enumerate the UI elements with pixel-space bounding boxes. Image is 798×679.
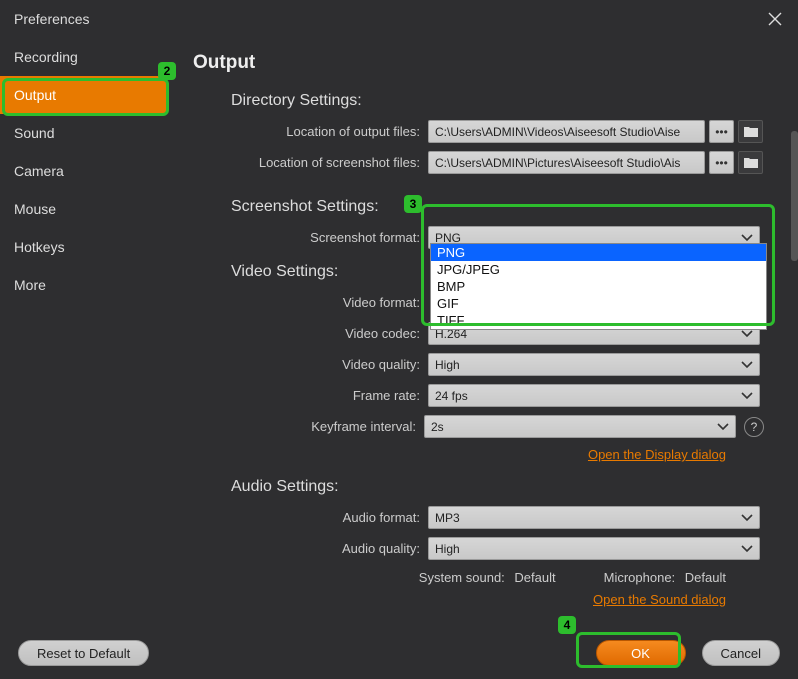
audio-quality-label: Audio quality: — [193, 541, 428, 556]
screenshot-location-label: Location of screenshot files: — [193, 155, 428, 170]
select-value: MP3 — [435, 511, 460, 525]
sidebar-item-camera[interactable]: Camera — [0, 152, 167, 190]
sidebar-item-label: Camera — [14, 163, 64, 179]
keyframe-help-button[interactable]: ? — [744, 417, 764, 437]
dropdown-option[interactable]: TIFF — [431, 312, 766, 329]
select-value: 24 fps — [435, 389, 468, 403]
frame-rate-label: Frame rate: — [193, 388, 428, 403]
sidebar-item-more[interactable]: More — [0, 266, 167, 304]
sidebar-item-sound[interactable]: Sound — [0, 114, 167, 152]
video-codec-label: Video codec: — [193, 326, 428, 341]
select-value: High — [435, 542, 460, 556]
chevron-down-icon — [717, 423, 729, 431]
browse-screenshot-button[interactable]: ••• — [709, 151, 734, 174]
open-sound-dialog-link[interactable]: Open the Sound dialog — [593, 592, 726, 607]
sidebar-item-recording[interactable]: Recording — [0, 38, 167, 76]
chevron-down-icon — [741, 361, 753, 369]
dropdown-option[interactable]: GIF — [431, 295, 766, 312]
sidebar-item-label: Recording — [14, 49, 78, 65]
annotation-badge-4: 4 — [558, 616, 576, 634]
dropdown-option[interactable]: PNG — [431, 244, 766, 261]
select-value: 2s — [431, 420, 444, 434]
cancel-button[interactable]: Cancel — [702, 640, 780, 666]
section-directory-title: Directory Settings: — [231, 92, 764, 110]
sidebar-item-mouse[interactable]: Mouse — [0, 190, 167, 228]
chevron-down-icon — [741, 234, 753, 242]
close-button[interactable] — [766, 10, 784, 28]
keyframe-select[interactable]: 2s — [424, 415, 736, 438]
microphone-label: Microphone: — [604, 570, 676, 585]
folder-icon — [744, 157, 758, 168]
output-location-label: Location of output files: — [193, 124, 428, 139]
dropdown-option[interactable]: BMP — [431, 278, 766, 295]
annotation-badge-3: 3 — [404, 195, 422, 213]
ok-button[interactable]: OK — [596, 640, 686, 666]
keyframe-label: Keyframe interval: — [193, 419, 424, 434]
select-value: High — [435, 358, 460, 372]
chevron-down-icon — [741, 392, 753, 400]
sidebar-item-label: Output — [14, 87, 56, 103]
main-panel: Output Directory Settings: Location of o… — [167, 38, 798, 627]
open-display-dialog-link[interactable]: Open the Display dialog — [588, 447, 726, 462]
annotation-badge-2: 2 — [158, 62, 176, 80]
open-output-folder-button[interactable] — [738, 120, 763, 143]
sidebar-item-output[interactable]: Output — [0, 76, 167, 114]
page-title: Output — [193, 52, 764, 74]
scrollbar-thumb[interactable] — [791, 131, 798, 261]
sidebar-item-label: Hotkeys — [14, 239, 65, 255]
chevron-down-icon — [741, 330, 753, 338]
section-screenshot-title: Screenshot Settings: — [231, 198, 764, 216]
reset-to-default-button[interactable]: Reset to Default — [18, 640, 149, 666]
section-audio-title: Audio Settings: — [231, 478, 764, 496]
button-label: OK — [631, 646, 650, 661]
output-location-value: C:\Users\ADMIN\Videos\Aiseesoft Studio\A… — [428, 120, 705, 143]
open-screenshot-folder-button[interactable] — [738, 151, 763, 174]
sidebar-item-label: Mouse — [14, 201, 56, 217]
microphone-value: Default — [685, 570, 726, 585]
screenshot-format-dropdown[interactable]: PNG JPG/JPEG BMP GIF TIFF — [430, 243, 767, 330]
button-label: Cancel — [721, 646, 761, 661]
ellipsis-icon: ••• — [715, 156, 728, 170]
browse-output-button[interactable]: ••• — [709, 120, 734, 143]
sidebar-item-label: Sound — [14, 125, 54, 141]
folder-icon — [744, 126, 758, 137]
question-icon: ? — [751, 420, 758, 434]
audio-format-select[interactable]: MP3 — [428, 506, 760, 529]
audio-quality-select[interactable]: High — [428, 537, 760, 560]
button-label: Reset to Default — [37, 646, 130, 661]
sidebar-item-label: More — [14, 277, 46, 293]
audio-format-label: Audio format: — [193, 510, 428, 525]
frame-rate-select[interactable]: 24 fps — [428, 384, 760, 407]
system-sound-label: System sound: — [419, 570, 505, 585]
system-sound-value: Default — [514, 570, 555, 585]
window-title: Preferences — [14, 11, 89, 27]
sidebar: Recording Output Sound Camera Mouse Hotk… — [0, 38, 167, 627]
close-icon — [768, 12, 782, 26]
sidebar-item-hotkeys[interactable]: Hotkeys — [0, 228, 167, 266]
screenshot-format-label: Screenshot format: — [193, 230, 428, 245]
chevron-down-icon — [741, 514, 753, 522]
screenshot-location-value: C:\Users\ADMIN\Pictures\Aiseesoft Studio… — [428, 151, 705, 174]
ellipsis-icon: ••• — [715, 125, 728, 139]
chevron-down-icon — [741, 545, 753, 553]
video-quality-label: Video quality: — [193, 357, 428, 372]
video-format-label: Video format: — [193, 295, 428, 310]
video-quality-select[interactable]: High — [428, 353, 760, 376]
dropdown-option[interactable]: JPG/JPEG — [431, 261, 766, 278]
